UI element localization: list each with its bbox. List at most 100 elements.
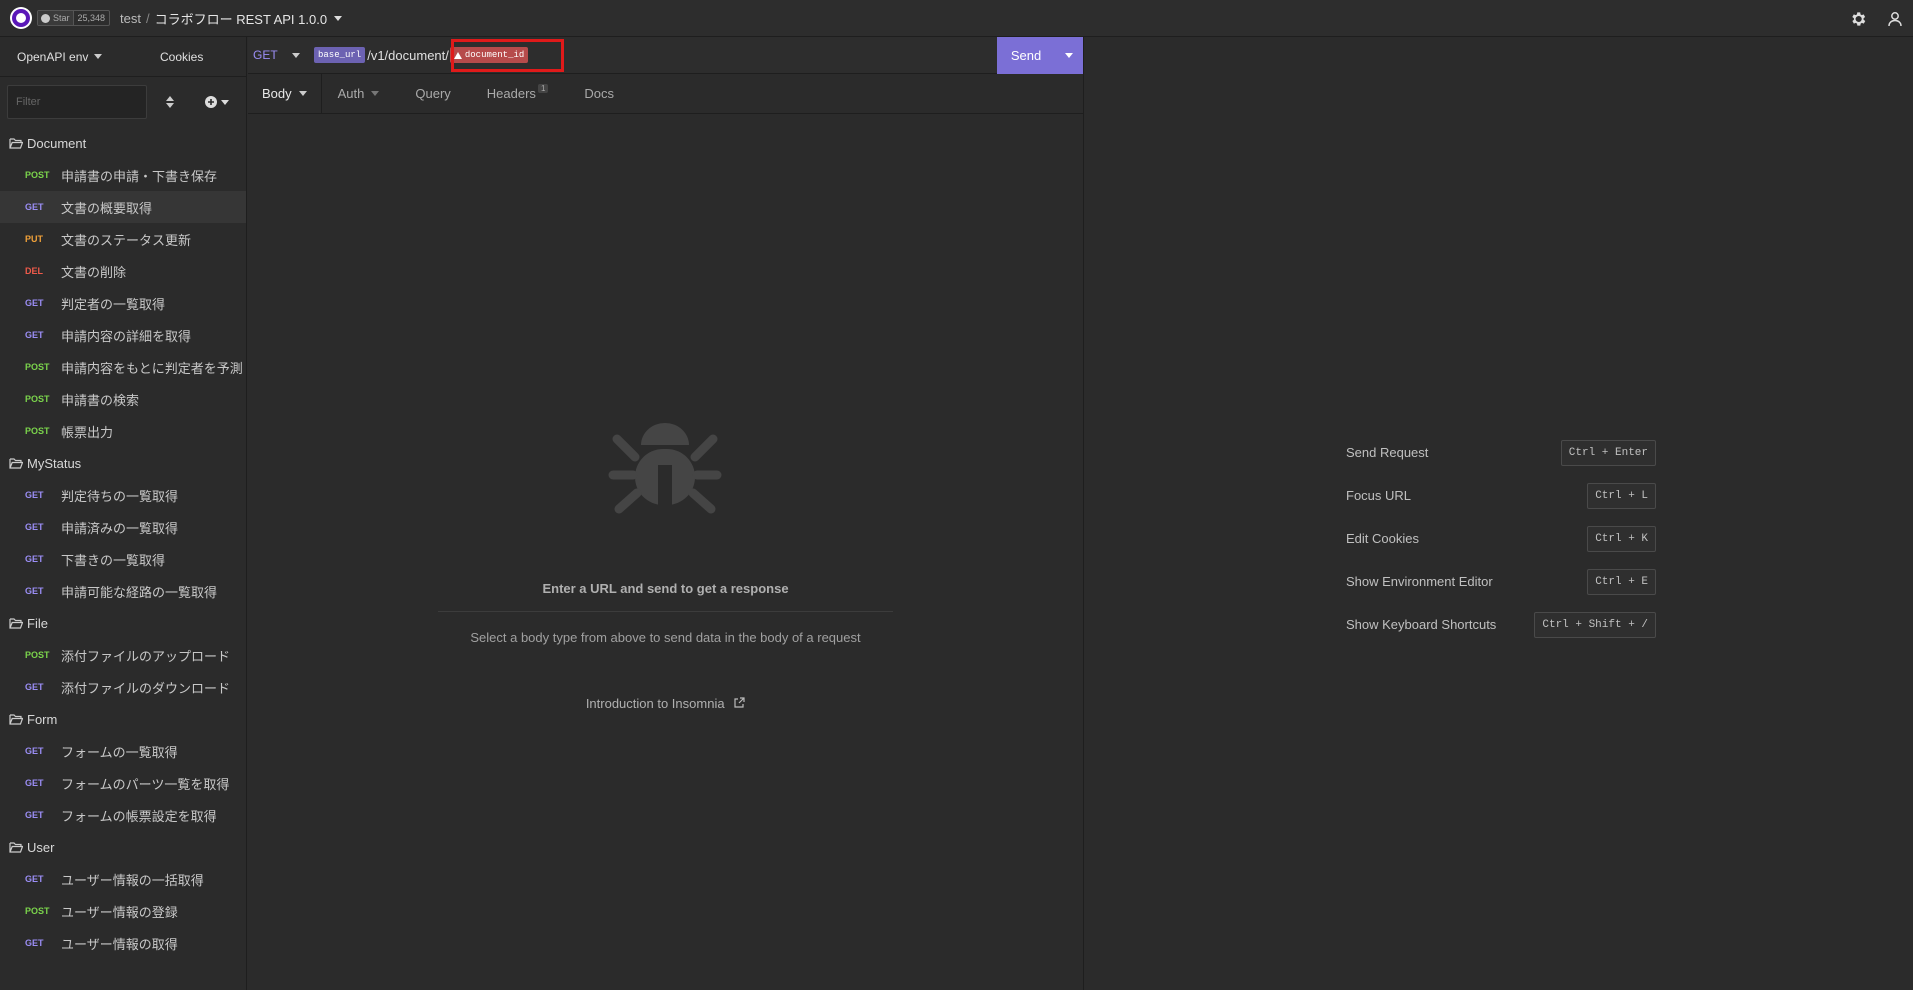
headers-count-badge: 1 (537, 84, 549, 93)
method-badge: GET (25, 778, 44, 788)
request-item[interactable]: GET 申請済みの一覧取得 (0, 511, 246, 543)
method-badge: GET (25, 330, 44, 340)
request-item[interactable]: GET 添付ファイルのダウンロード (0, 671, 246, 703)
cookies-button[interactable]: Cookies (160, 50, 203, 64)
base-url-variable-tag[interactable]: base_url (314, 47, 366, 63)
request-name: ユーザー情報の一括取得 (61, 872, 204, 888)
breadcrumb-workspace[interactable]: test (120, 11, 141, 26)
tab-query[interactable]: Query (401, 74, 472, 113)
folder-label: User (27, 839, 55, 855)
account-button[interactable] (1876, 0, 1913, 37)
folder-open-icon (9, 617, 23, 629)
tab-body[interactable]: Body (248, 74, 322, 113)
request-item[interactable]: POST 申請内容をもとに判定者を予測 (0, 351, 246, 383)
send-button[interactable]: Send (997, 37, 1083, 74)
request-item[interactable]: POST 帳票出力 (0, 415, 246, 447)
environment-select[interactable]: OpenAPI env (0, 50, 120, 64)
pane-divider[interactable] (1083, 37, 1084, 990)
keyboard-shortcuts: Send Request Ctrl + Enter Focus URL Ctrl + … (1346, 431, 1656, 646)
settings-button[interactable] (1839, 0, 1876, 37)
method-select[interactable]: GET (248, 48, 300, 62)
chevron-down-icon (94, 54, 103, 59)
folder-form[interactable]: Form (0, 703, 246, 735)
folder-document[interactable]: Document (0, 127, 246, 159)
request-item[interactable]: GET 申請内容の詳細を取得 (0, 319, 246, 351)
request-item[interactable]: GET フォームの帳票設定を取得 (0, 799, 246, 831)
github-star-button[interactable]: Star 25,348 (37, 10, 111, 26)
tab-docs[interactable]: Docs (570, 74, 628, 113)
folder-open-icon (9, 137, 23, 149)
divider (438, 611, 893, 612)
tab-headers[interactable]: Headers 1 (473, 74, 571, 113)
request-item[interactable]: POST 申請書の検索 (0, 383, 246, 415)
request-item[interactable]: PUT 文書のステータス更新 (0, 223, 246, 255)
shortcut-keys: Ctrl + K (1587, 525, 1656, 552)
shortcut-row: Show Keyboard Shortcuts Ctrl + Shift + / (1346, 603, 1656, 646)
top-bar: Star 25,348 test / コラボフロー REST API 1.0.0 (0, 0, 1913, 37)
request-item[interactable]: GET ユーザー情報の取得 (0, 927, 246, 959)
method-badge: GET (25, 874, 44, 884)
request-item[interactable]: GET 文書の概要取得 (0, 191, 246, 223)
sidebar-header: OpenAPI env Cookies (0, 37, 246, 77)
request-name: 申請書の検索 (61, 392, 140, 408)
chevron-down-icon[interactable] (334, 15, 343, 21)
request-name: 判定者の一覧取得 (61, 296, 166, 312)
request-item[interactable]: GET 下書きの一覧取得 (0, 543, 246, 575)
folder-open-icon (9, 457, 23, 469)
folder-mystatus[interactable]: MyStatus (0, 447, 246, 479)
method-badge: GET (25, 682, 44, 692)
highlight-annotation-box (451, 39, 564, 72)
method-badge: GET (25, 298, 44, 308)
request-item[interactable]: GET フォームの一覧取得 (0, 735, 246, 767)
method-badge: GET (25, 554, 44, 564)
method-badge: GET (25, 746, 44, 756)
shortcut-keys: Ctrl + Enter (1560, 439, 1656, 466)
shortcut-label: Edit Cookies (1346, 531, 1419, 546)
request-item[interactable]: GET ユーザー情報の一括取得 (0, 863, 246, 895)
method-badge: GET (25, 938, 44, 948)
request-item[interactable]: GET フォームのパーツ一覧を取得 (0, 767, 246, 799)
shortcut-keys: Ctrl + E (1587, 568, 1656, 595)
filter-input[interactable] (7, 85, 147, 119)
external-link-icon (734, 697, 745, 708)
bug-icon (608, 423, 722, 514)
chevron-down-icon (221, 99, 229, 105)
request-name: 文書のステータス更新 (61, 232, 192, 248)
folder-label: Document (27, 135, 87, 151)
request-item[interactable]: POST ユーザー情報の登録 (0, 895, 246, 927)
request-item[interactable]: POST 申請書の申請・下書き保存 (0, 159, 246, 191)
sidebar: OpenAPI env Cookies Document POST 申請書の申請・下… (0, 37, 247, 990)
request-item[interactable]: DEL 文書の削除 (0, 255, 246, 287)
shortcut-label: Show Environment Editor (1346, 574, 1493, 589)
folder-label: File (27, 615, 48, 631)
request-tree: Document POST 申請書の申請・下書き保存 GET 文書の概要取得 PUT 文書の… (0, 127, 246, 959)
sort-button[interactable] (163, 96, 177, 108)
request-name: 申請可能な経路の一覧取得 (61, 584, 218, 600)
tab-auth[interactable]: Auth (322, 74, 402, 113)
request-name: 申請書の申請・下書き保存 (61, 168, 218, 184)
plus-circle-icon (205, 96, 217, 108)
add-dropdown-button[interactable] (205, 96, 229, 108)
request-item[interactable]: GET 判定者の一覧取得 (0, 287, 246, 319)
insomnia-logo-icon[interactable] (10, 7, 32, 29)
gear-icon (1851, 11, 1865, 26)
folder-file[interactable]: File (0, 607, 246, 639)
request-empty-state: Enter a URL and send to get a response S… (248, 114, 1083, 990)
folder-open-icon (9, 841, 23, 853)
request-name: フォームの一覧取得 (61, 744, 178, 760)
method-badge: DEL (25, 266, 43, 276)
empty-title: Enter a URL and send to get a response (542, 581, 789, 596)
shortcut-keys: Ctrl + Shift + / (1534, 611, 1656, 638)
request-item[interactable]: GET 申請可能な経路の一覧取得 (0, 575, 246, 607)
user-icon (1887, 11, 1902, 26)
folder-user[interactable]: User (0, 831, 246, 863)
url-bar: GET base_url /v1/document/ document_id (248, 37, 1083, 74)
chevron-down-icon (298, 91, 307, 96)
request-item[interactable]: POST 添付ファイルのアップロード (0, 639, 246, 671)
send-options-chevron-icon[interactable] (1065, 53, 1073, 58)
introduction-link[interactable]: Introduction to Insomnia (248, 696, 1083, 711)
breadcrumb-project[interactable]: コラボフロー REST API 1.0.0 (155, 9, 327, 28)
top-icons (1839, 0, 1913, 37)
request-item[interactable]: GET 判定待ちの一覧取得 (0, 479, 246, 511)
github-icon (41, 13, 50, 23)
